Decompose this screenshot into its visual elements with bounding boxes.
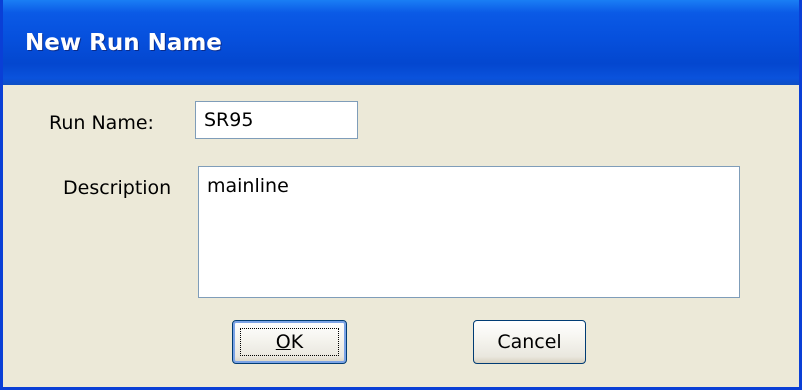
ok-button[interactable]: OK xyxy=(232,320,347,364)
new-run-name-dialog: New Run Name Run Name: Description mainl… xyxy=(0,0,802,390)
run-name-label: Run Name: xyxy=(49,112,154,134)
run-name-input[interactable] xyxy=(195,101,358,139)
dialog-title: New Run Name xyxy=(25,30,222,56)
ok-focus-ring: OK xyxy=(240,328,339,356)
cancel-button[interactable]: Cancel xyxy=(473,320,586,364)
ok-label-rest: K xyxy=(290,331,304,353)
ok-mnemonic: O xyxy=(275,331,291,353)
description-label: Description xyxy=(63,177,172,199)
description-textarea[interactable]: mainline xyxy=(198,166,740,298)
title-bar[interactable]: New Run Name xyxy=(3,0,799,85)
